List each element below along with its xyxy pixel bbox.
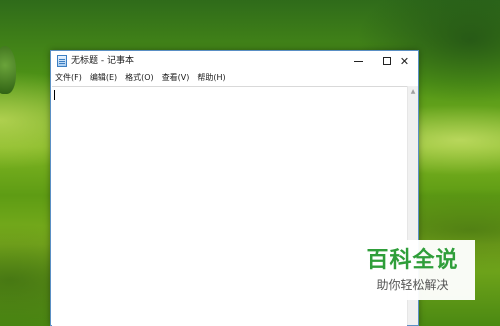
menu-edit[interactable]: 编辑(E) xyxy=(86,71,121,85)
wallpaper-tree xyxy=(0,46,16,94)
title-bar[interactable]: 无标题 - 记事本 ✕ xyxy=(51,51,418,71)
close-icon: ✕ xyxy=(399,54,410,68)
menu-bar: 文件(F) 编辑(E) 格式(O) 查看(V) 帮助(H) xyxy=(51,71,418,85)
menu-file[interactable]: 文件(F) xyxy=(51,71,86,85)
window-title: 无标题 - 记事本 xyxy=(71,56,134,66)
minimize-icon xyxy=(353,60,363,62)
watermark-title: 百科全说 xyxy=(366,248,459,273)
menu-help[interactable]: 帮助(H) xyxy=(193,71,229,85)
close-button[interactable]: ✕ xyxy=(391,51,418,71)
watermark-logo: 百科全说 助你轻松解决 xyxy=(350,240,475,300)
watermark-subtitle: 助你轻松解决 xyxy=(376,278,449,292)
maximize-icon xyxy=(383,57,391,65)
menu-view[interactable]: 查看(V) xyxy=(158,71,194,85)
text-caret xyxy=(54,90,55,100)
menu-format[interactable]: 格式(O) xyxy=(121,71,158,85)
chevron-up-icon[interactable]: ▲ xyxy=(408,86,418,96)
minimize-button[interactable] xyxy=(343,51,373,71)
notepad-icon xyxy=(57,55,67,67)
